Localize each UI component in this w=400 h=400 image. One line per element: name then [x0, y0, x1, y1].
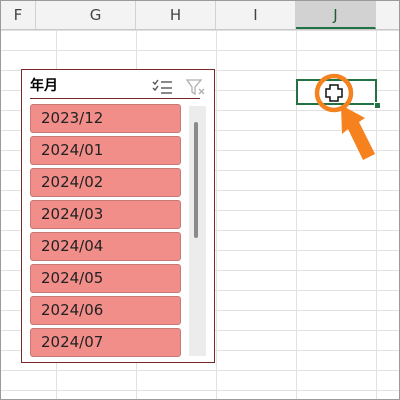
slicer-item[interactable]: 2024/04 — [30, 232, 181, 261]
spreadsheet-grid[interactable]: F G H I J 年月 2023/12 2024/01 2024/02 202… — [0, 0, 400, 400]
orange-arrow-icon — [341, 105, 375, 160]
slicer-item[interactable]: 2023/12 — [30, 104, 181, 133]
column-header-h[interactable]: H — [136, 1, 216, 29]
multi-select-icon[interactable] — [152, 78, 174, 96]
cursor-callout — [306, 65, 396, 175]
slicer-item[interactable]: 2024/01 — [30, 136, 181, 165]
slicer-item-list: 2023/12 2024/01 2024/02 2024/03 2024/04 … — [30, 104, 184, 360]
slicer-header: 年月 — [30, 74, 205, 99]
column-header-j[interactable]: J — [296, 1, 376, 29]
cell-select-cursor-icon — [325, 84, 343, 102]
slicer-item[interactable]: 2024/03 — [30, 200, 181, 229]
slicer-item[interactable]: 2024/02 — [30, 168, 181, 197]
column-header-i[interactable]: I — [216, 1, 296, 29]
slicer-item[interactable]: 2024/06 — [30, 296, 181, 325]
scroll-thumb[interactable] — [194, 122, 198, 238]
column-header-f[interactable]: F — [1, 1, 36, 29]
slicer-scrollbar[interactable] — [189, 106, 206, 356]
slicer-item[interactable]: 2024/05 — [30, 264, 181, 293]
clear-filter-icon[interactable] — [185, 78, 207, 96]
column-header-row: F G H I J — [1, 1, 399, 30]
column-header-g[interactable]: G — [56, 1, 136, 29]
slicer-panel[interactable]: 年月 2023/12 2024/01 2024/02 2024/03 2024/… — [21, 69, 215, 363]
slicer-title: 年月 — [30, 78, 58, 94]
slicer-item[interactable]: 2024/07 — [30, 328, 181, 357]
